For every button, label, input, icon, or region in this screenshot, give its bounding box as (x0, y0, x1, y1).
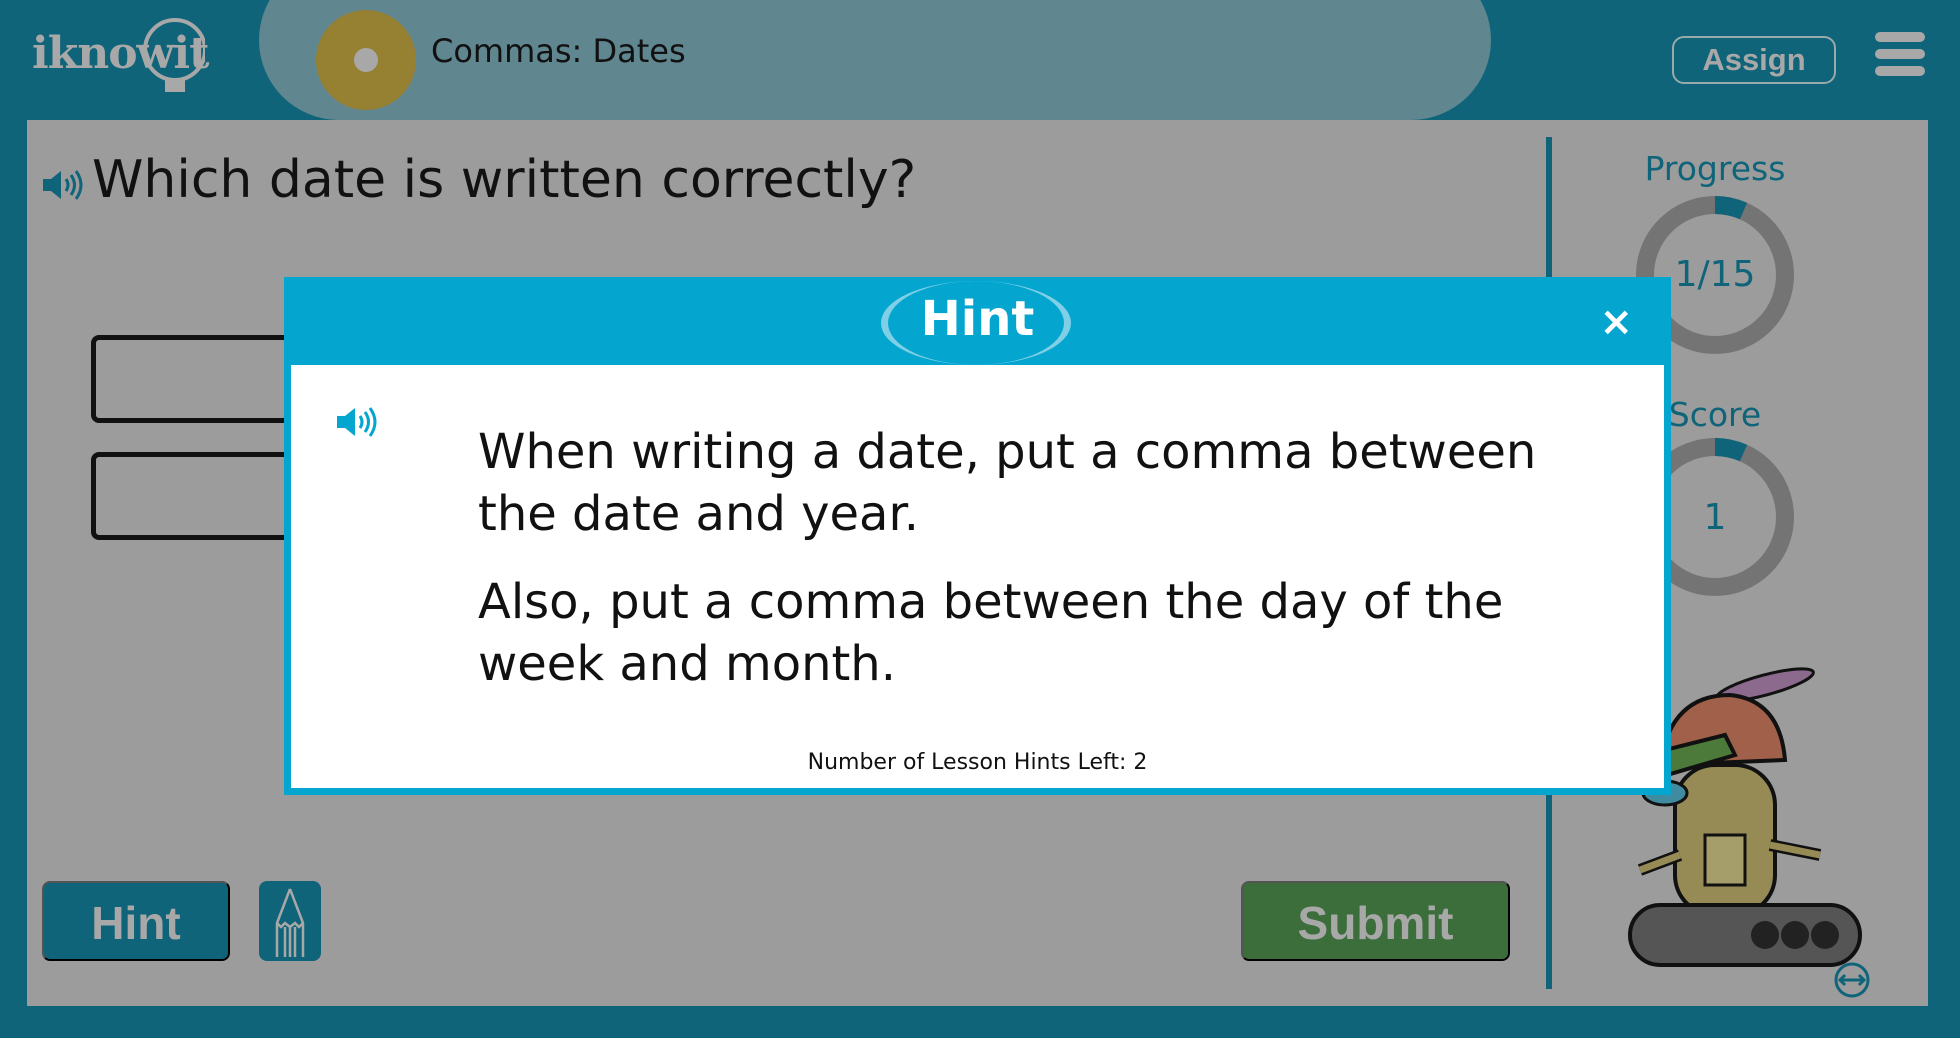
iknowit-logo[interactable]: iknowit (30, 18, 230, 98)
close-icon[interactable]: × (1599, 299, 1633, 345)
answer-option-2[interactable] (91, 452, 291, 540)
hint-button[interactable]: Hint (42, 881, 230, 961)
pencil-icon (275, 888, 305, 957)
hint-paragraph-2: Also, put a comma between the day of the… (478, 574, 1504, 692)
speaker-icon[interactable] (335, 405, 379, 439)
lesson-coin-icon (316, 10, 416, 110)
question-text: Which date is written correctly? (92, 150, 917, 210)
hint-modal-body: When writing a date, put a comma between… (291, 365, 1664, 788)
expand-arrows-icon[interactable] (1833, 961, 1871, 999)
scratchpad-button[interactable] (259, 881, 321, 961)
assign-button[interactable]: Assign (1672, 36, 1836, 84)
submit-button[interactable]: Submit (1241, 881, 1510, 961)
lesson-title: Commas: Dates (431, 32, 686, 70)
hint-modal-title: Hint (920, 291, 1035, 347)
hint-modal-header: Hint × (284, 277, 1671, 365)
speaker-icon[interactable] (41, 168, 85, 202)
hint-paragraph-1: When writing a date, put a comma between… (478, 424, 1537, 542)
hint-modal: Hint × When writing a date, put a comma … (284, 277, 1671, 795)
progress-label: Progress (1644, 149, 1786, 188)
hints-left-count: Number of Lesson Hints Left: 2 (807, 750, 1148, 775)
answer-option-1[interactable] (91, 335, 291, 423)
hamburger-menu-icon[interactable] (1875, 32, 1925, 76)
lightbulb-icon (143, 18, 205, 92)
